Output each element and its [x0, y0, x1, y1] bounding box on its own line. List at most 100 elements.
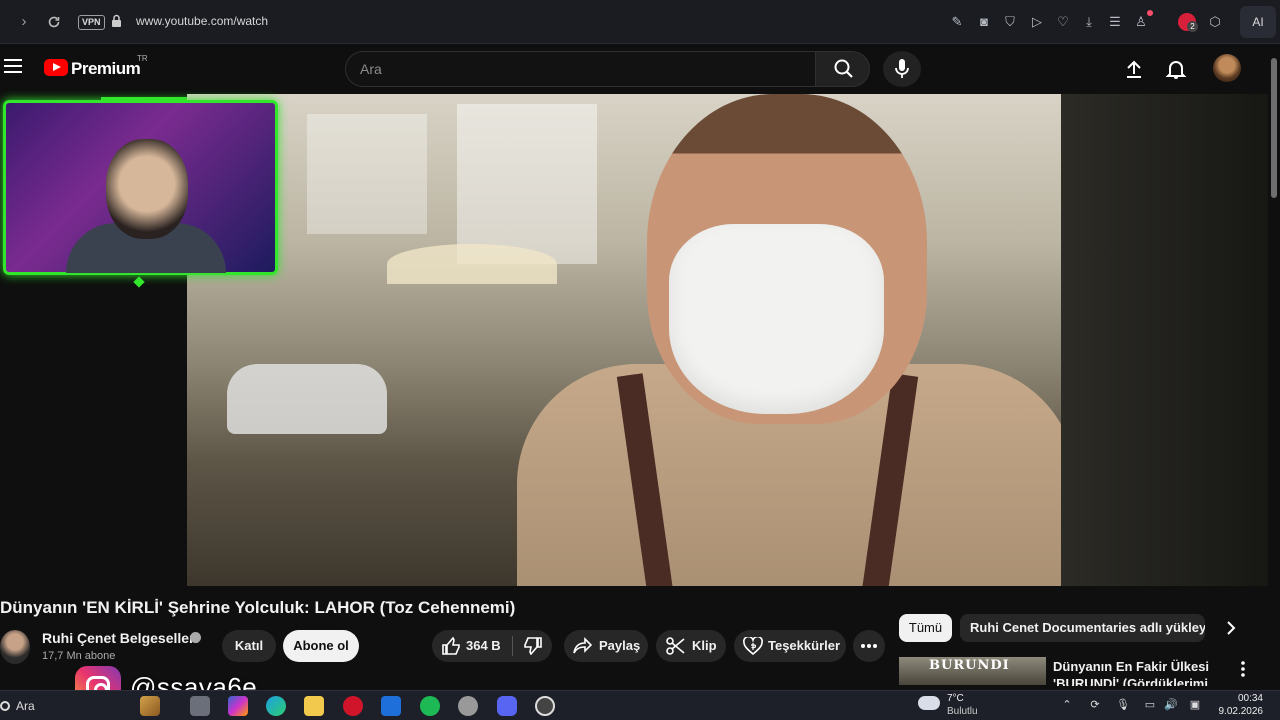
weather-cloud-icon[interactable]	[918, 696, 940, 710]
video-scene-umbrella	[387, 244, 557, 284]
webcam-frame-tab	[101, 97, 187, 103]
heart-icon[interactable]: ♡	[1055, 14, 1071, 30]
like-count[interactable]: 364 B	[466, 630, 501, 662]
taskbar-app-icon[interactable]	[535, 696, 555, 716]
chevron-right-icon[interactable]	[1222, 618, 1240, 638]
brand-label[interactable]: Premium	[71, 59, 141, 79]
youtube-header: Premium TR Ara	[0, 44, 1266, 94]
clip-button[interactable]: Klip	[656, 630, 726, 662]
webcam-frame-ornament	[133, 276, 145, 288]
voice-search-button[interactable]	[883, 51, 921, 87]
share-arrow-icon	[573, 637, 593, 654]
taskbar-clock[interactable]: 00:34	[1230, 693, 1263, 704]
thumbnail-text: BURUNDI	[929, 658, 1010, 673]
address-bar[interactable]: www.youtube.com/watch	[136, 14, 268, 28]
search-button[interactable]	[815, 51, 870, 87]
chip-all[interactable]: Tümü	[899, 614, 952, 642]
camera-icon[interactable]: ◙	[976, 14, 992, 30]
windows-taskbar: Ara 7°C Bulutlu ⌃ ⟳ 🎙 ▭ 🔊 ▣ 00:34 9.02.2…	[0, 690, 1280, 720]
taskbar-edge-icon[interactable]	[266, 696, 286, 716]
join-button[interactable]: Katıl	[222, 630, 276, 662]
download-icon[interactable]: ⤓	[1081, 14, 1097, 30]
webcam-streamer-head	[106, 139, 188, 239]
tray-sync-icon[interactable]: ⟳	[1088, 698, 1102, 712]
vpn-badge[interactable]: VPN	[78, 15, 105, 30]
taskbar-explorer-icon[interactable]	[304, 696, 324, 716]
subscriber-count: 17,7 Mn abone	[42, 650, 116, 662]
list-icon[interactable]: ☰	[1107, 14, 1123, 30]
lock-icon[interactable]	[111, 14, 122, 28]
taskbar-mail-icon[interactable]	[381, 696, 401, 716]
reload-icon[interactable]	[44, 12, 64, 32]
like-dislike-group: 364 B	[432, 630, 552, 662]
super-thanks-icon	[743, 637, 763, 655]
taskbar-openai-icon[interactable]	[458, 696, 478, 716]
tray-chevron-up-icon[interactable]: ⌃	[1060, 698, 1074, 712]
notification-dot	[1147, 10, 1153, 16]
youtube-logo-icon[interactable]	[44, 59, 68, 76]
taskbar-spotify-icon[interactable]	[420, 696, 440, 716]
thumbs-up-icon[interactable]	[441, 637, 461, 655]
forward-icon[interactable]: ›	[14, 12, 34, 32]
video-scene-building	[307, 114, 427, 234]
recommended-thumbnail[interactable]: BURUNDI	[899, 657, 1046, 685]
page-scrollbar[interactable]	[1268, 44, 1280, 684]
video-scene-building	[457, 104, 597, 264]
subscribe-button[interactable]: Abone ol	[283, 630, 359, 662]
shield-icon[interactable]: ⛉	[1002, 14, 1018, 30]
profile-icon[interactable]: ♙	[1133, 14, 1149, 30]
taskbar-search-label: Ara	[16, 699, 35, 713]
like-divider	[512, 636, 513, 656]
play-icon[interactable]: ▷	[1029, 14, 1045, 30]
taskbar-opera-icon[interactable]	[343, 696, 363, 716]
taskbar-discord-icon[interactable]	[497, 696, 517, 716]
account-avatar[interactable]	[1213, 54, 1241, 82]
scrollbar-thumb[interactable]	[1271, 58, 1277, 198]
share-label: Paylaş	[599, 638, 641, 653]
extension-count: 2	[1187, 21, 1198, 32]
video-player[interactable]	[187, 94, 1061, 586]
video-scene-car	[227, 364, 387, 434]
weather-condition[interactable]: Bulutlu	[947, 706, 978, 717]
search-input[interactable]: Ara	[345, 51, 815, 87]
tray-microphone-icon[interactable]: 🎙	[1116, 698, 1130, 712]
more-actions-icon[interactable]	[853, 630, 885, 662]
verified-check-icon	[190, 632, 201, 643]
chip-uploader[interactable]: Ruhi Cenet Documentaries adlı yükleyicid…	[960, 614, 1205, 642]
weather-temperature[interactable]: 7°C	[947, 693, 964, 704]
hamburger-menu-icon[interactable]	[4, 59, 22, 75]
player-side-background	[1061, 94, 1268, 586]
tray-battery-icon[interactable]: ▣	[1188, 698, 1202, 712]
recommended-title[interactable]: Dünyanın En Fakir Ülkesi 'BURUNDİ' (Görd…	[1053, 658, 1218, 686]
share-button[interactable]: Paylaş	[564, 630, 648, 662]
search-icon	[0, 701, 10, 711]
tray-volume-icon[interactable]: 🔊	[1164, 698, 1178, 712]
browser-toolbar: › VPN www.youtube.com/watch ✎ ◙ ⛉ ▷ ♡ ⤓ …	[0, 0, 1280, 44]
channel-avatar[interactable]	[0, 630, 30, 664]
taskbar-date[interactable]: 9.02.2026	[1212, 706, 1264, 717]
tray-network-icon[interactable]: ▭	[1143, 698, 1157, 712]
extension-badge-icon[interactable]: 2	[1178, 13, 1198, 32]
thanks-button[interactable]: Teşekkürler	[734, 630, 846, 662]
thanks-label: Teşekkürler	[768, 638, 841, 653]
search-icon	[834, 59, 853, 78]
ai-label: AI	[1252, 15, 1264, 29]
video-title: Dünyanın 'EN KİRLİ' Şehrine Yolculuk: LA…	[0, 598, 516, 617]
region-code: TR	[137, 54, 148, 63]
cube-icon[interactable]: ⬡	[1207, 14, 1223, 30]
notifications-bell-icon[interactable]	[1165, 58, 1187, 80]
taskbar-search[interactable]: Ara	[0, 699, 35, 713]
thumbs-down-icon[interactable]	[523, 637, 543, 655]
taskbar-app-game-icon[interactable]	[140, 696, 160, 716]
taskbar-copilot-icon[interactable]	[228, 696, 248, 716]
edit-icon[interactable]: ✎	[949, 14, 965, 30]
microphone-icon	[895, 59, 909, 78]
taskbar-app-window-icon[interactable]	[190, 696, 210, 716]
channel-name[interactable]: Ruhi Çenet Belgeselleri	[42, 630, 198, 646]
streamer-webcam-overlay	[3, 97, 278, 275]
ai-button[interactable]: AI	[1240, 6, 1276, 38]
scissors-icon	[666, 637, 685, 655]
kebab-menu-icon[interactable]	[1238, 660, 1248, 678]
video-scene-mask	[669, 224, 884, 414]
upload-icon[interactable]	[1123, 59, 1145, 79]
